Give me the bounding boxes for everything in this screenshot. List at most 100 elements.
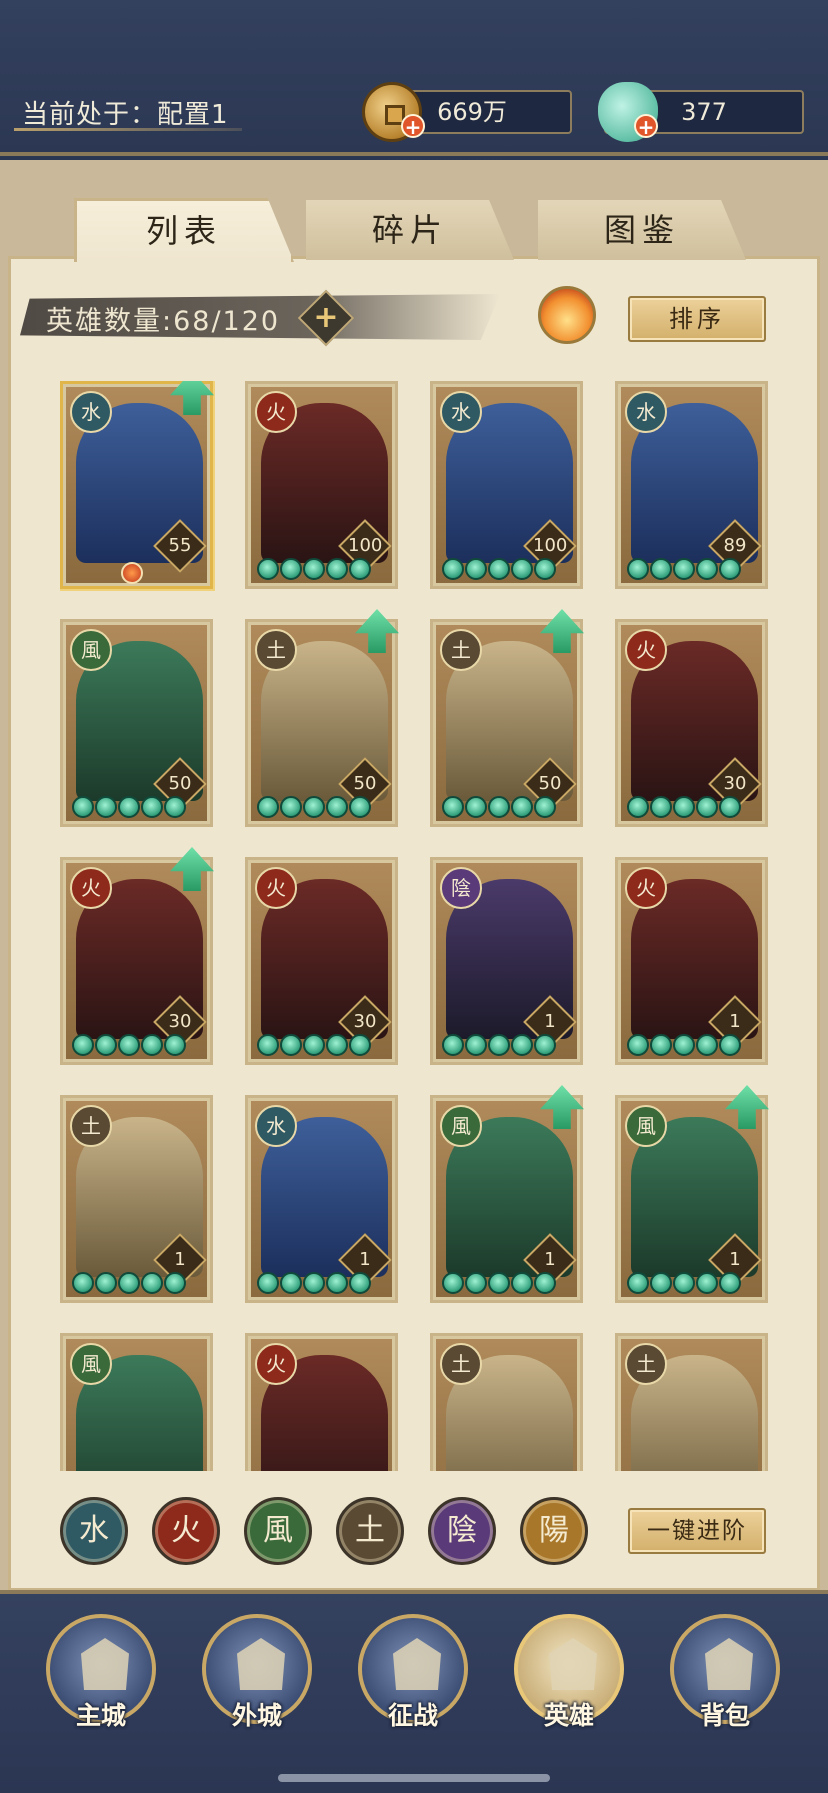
jade-star-icon bbox=[280, 558, 302, 580]
jade-star-icon bbox=[511, 796, 533, 818]
flame-icon[interactable] bbox=[538, 286, 596, 344]
tab-codex[interactable]: 图鉴 bbox=[538, 200, 746, 260]
hero-star-rating bbox=[257, 1034, 371, 1056]
hero-count-label: 英雄数量:68/120 bbox=[46, 306, 281, 337]
jade-star-icon bbox=[164, 1272, 186, 1294]
jade-star-icon bbox=[72, 796, 94, 818]
config-label: 当前处于：配置1 bbox=[22, 100, 229, 130]
filter-earth-icon[interactable]: 土 bbox=[336, 1497, 404, 1565]
hero-card-frame: 土 50 bbox=[436, 625, 577, 821]
hero-card[interactable]: 水 100 bbox=[430, 381, 583, 589]
hero-card-frame: 土 bbox=[621, 1339, 762, 1471]
jade-star-icon bbox=[280, 1034, 302, 1056]
jade-star-icon bbox=[627, 1034, 649, 1056]
add-jade-icon[interactable]: + bbox=[634, 114, 658, 138]
hero-card[interactable]: 陰1 bbox=[430, 857, 583, 1065]
jade-star-icon bbox=[141, 796, 163, 818]
jade-star-icon bbox=[118, 1034, 140, 1056]
jade-star-icon bbox=[442, 558, 464, 580]
nav-label: 征战 bbox=[387, 1701, 438, 1730]
jade-star-icon bbox=[95, 796, 117, 818]
filter-water-icon[interactable]: 水 bbox=[60, 1497, 128, 1565]
hero-card[interactable]: 土 bbox=[430, 1333, 583, 1471]
hero-card-frame: 火 30 bbox=[66, 863, 207, 1059]
hero-card[interactable]: 水1 bbox=[245, 1095, 398, 1303]
jade-star-icon bbox=[696, 558, 718, 580]
sort-button[interactable]: 排序 bbox=[628, 296, 766, 342]
jade-star-icon bbox=[534, 1272, 556, 1294]
hero-card-frame: 火 bbox=[251, 1339, 392, 1471]
nav-campaign[interactable]: 征战 bbox=[358, 1614, 468, 1730]
jade-star-icon bbox=[303, 558, 325, 580]
jade-star-icon bbox=[326, 796, 348, 818]
nav-label: 外城 bbox=[231, 1701, 282, 1730]
hero-level: 55 bbox=[168, 535, 192, 556]
hero-card[interactable]: 火 bbox=[245, 1333, 398, 1471]
jade-star-icon bbox=[257, 1034, 279, 1056]
nav-main-city[interactable]: 主城 bbox=[46, 1614, 156, 1730]
add-coin-icon[interactable]: + bbox=[401, 114, 425, 138]
element-water-icon: 水 bbox=[440, 391, 482, 433]
hero-star-rating bbox=[442, 796, 556, 818]
hero-star-rating bbox=[442, 558, 556, 580]
hero-card[interactable]: 土 bbox=[615, 1333, 768, 1471]
jade-star-icon bbox=[650, 558, 672, 580]
element-water-icon: 水 bbox=[625, 391, 667, 433]
deployed-flame-icon bbox=[121, 562, 143, 584]
home-indicator bbox=[278, 1774, 550, 1782]
jade-star-icon bbox=[627, 558, 649, 580]
jade-star-icon bbox=[164, 1034, 186, 1056]
element-fire-icon: 火 bbox=[625, 867, 667, 909]
jade-star-icon bbox=[696, 1272, 718, 1294]
tab-list[interactable]: 列表 bbox=[74, 198, 294, 262]
element-fire-icon: 火 bbox=[625, 629, 667, 671]
plus-icon: + bbox=[313, 300, 339, 335]
nav-hero[interactable]: 英雄 bbox=[514, 1614, 624, 1730]
filter-yang-icon[interactable]: 陽 bbox=[520, 1497, 588, 1565]
element-earth-icon: 土 bbox=[625, 1343, 667, 1385]
element-fire-icon: 火 bbox=[255, 391, 297, 433]
hero-card[interactable]: 土1 bbox=[60, 1095, 213, 1303]
nav-glyph bbox=[81, 1638, 129, 1690]
hero-star-rating bbox=[257, 558, 371, 580]
jade-star-icon bbox=[719, 796, 741, 818]
jade-star-icon bbox=[72, 1034, 94, 1056]
one-click-advance-button[interactable]: 一键进阶 bbox=[628, 1508, 766, 1554]
hero-card[interactable]: 火 100 bbox=[245, 381, 398, 589]
element-water-icon: 水 bbox=[255, 1105, 297, 1147]
jade-star-icon bbox=[442, 1272, 464, 1294]
nav-glyph bbox=[549, 1638, 597, 1690]
hero-star-rating bbox=[627, 796, 741, 818]
nav-outer-city[interactable]: 外城 bbox=[202, 1614, 312, 1730]
filter-yin-icon[interactable]: 陰 bbox=[428, 1497, 496, 1565]
hero-card[interactable]: 火 30 bbox=[245, 857, 398, 1065]
hero-card[interactable]: 風 bbox=[60, 1333, 213, 1471]
jade-star-icon bbox=[303, 796, 325, 818]
hero-card[interactable]: 火1 bbox=[615, 857, 768, 1065]
filter-fire-icon[interactable]: 火 bbox=[152, 1497, 220, 1565]
jade-star-icon bbox=[303, 1272, 325, 1294]
hero-card[interactable]: 火 30 bbox=[615, 619, 768, 827]
jade-star-icon bbox=[326, 558, 348, 580]
jade-star-icon bbox=[534, 1034, 556, 1056]
nav-backpack[interactable]: 背包 bbox=[670, 1614, 780, 1730]
tab-fragments[interactable]: 碎片 bbox=[306, 200, 514, 260]
element-wind-icon: 風 bbox=[70, 1343, 112, 1385]
jade-star-icon bbox=[696, 1034, 718, 1056]
jade-star-icon bbox=[465, 796, 487, 818]
hero-card-frame: 水1 bbox=[251, 1101, 392, 1297]
jade-star-icon bbox=[673, 796, 695, 818]
hero-card[interactable]: 風 50 bbox=[60, 619, 213, 827]
element-wind-icon: 風 bbox=[70, 629, 112, 671]
jade-star-icon bbox=[326, 1272, 348, 1294]
jade-star-icon bbox=[488, 558, 510, 580]
jade-star-icon bbox=[650, 796, 672, 818]
hero-card[interactable]: 水 89 bbox=[615, 381, 768, 589]
jade-star-icon bbox=[303, 1034, 325, 1056]
jade-star-icon bbox=[349, 1272, 371, 1294]
jade-star-icon bbox=[118, 1272, 140, 1294]
jade-star-icon bbox=[719, 1272, 741, 1294]
jade-star-icon bbox=[141, 1272, 163, 1294]
jade-star-icon bbox=[627, 1272, 649, 1294]
filter-wind-icon[interactable]: 風 bbox=[244, 1497, 312, 1565]
